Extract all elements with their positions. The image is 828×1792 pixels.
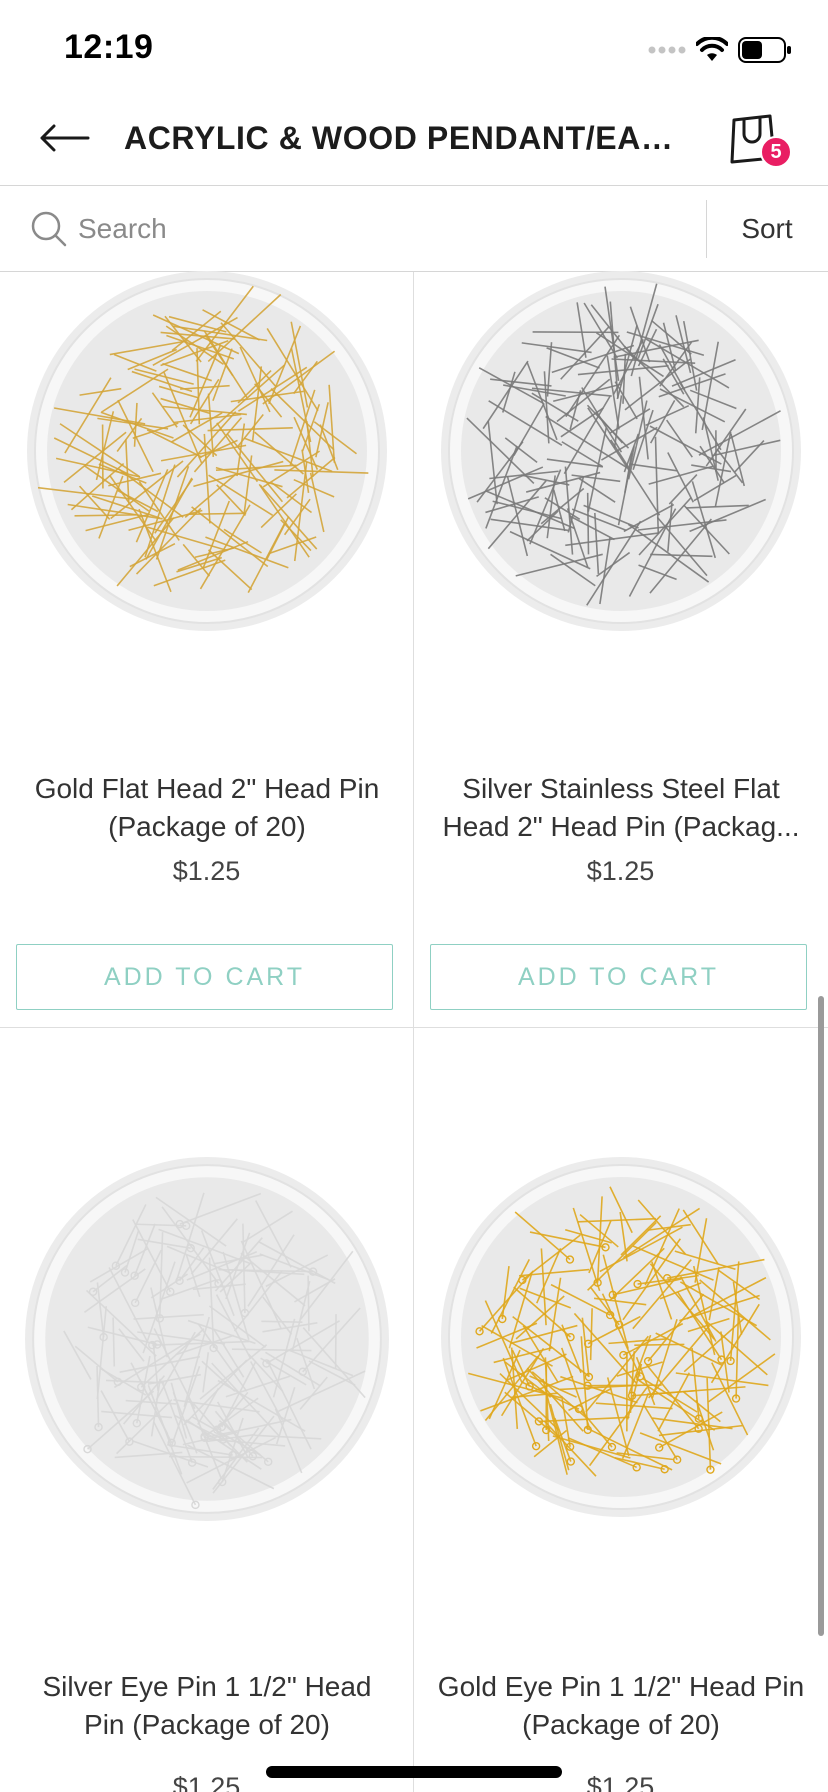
sort-button[interactable]: Sort: [706, 186, 828, 272]
product-image-gold-eye-pins[interactable]: [438, 1154, 804, 1520]
wifi-icon: [696, 37, 728, 61]
status-icons: [648, 34, 792, 66]
status-bar: 12:19: [0, 0, 828, 96]
product-name[interactable]: Gold Flat Head 2" Head Pin (Package of 2…: [14, 770, 400, 846]
cart-button[interactable]: 5: [728, 112, 792, 172]
product-image-gold-head-pins[interactable]: [24, 268, 390, 634]
search-input[interactable]: [78, 213, 638, 245]
navigation-bar: ACRYLIC & WOOD PENDANT/EARRI... 5: [0, 96, 828, 186]
battery-icon: [738, 37, 791, 63]
home-indicator[interactable]: [266, 1766, 562, 1778]
search-bar: Sort: [0, 186, 828, 272]
arrow-left-icon: [40, 124, 90, 152]
cellular-signal-icon: [648, 46, 686, 54]
status-time: 12:19: [64, 28, 154, 66]
scroll-indicator[interactable]: [818, 996, 824, 1636]
product-grid: Gold Flat Head 2" Head Pin (Package of 2…: [0, 271, 828, 1792]
product-card[interactable]: Gold Flat Head 2" Head Pin (Package of 2…: [0, 271, 413, 1027]
cart-count-badge: 5: [760, 136, 792, 168]
product-card[interactable]: Silver Stainless Steel Flat Head 2" Head…: [414, 271, 827, 1027]
add-to-cart-button[interactable]: ADD TO CART: [16, 944, 393, 1010]
add-to-cart-button[interactable]: ADD TO CART: [430, 944, 807, 1010]
search-field[interactable]: [30, 206, 690, 252]
product-name[interactable]: Silver Eye Pin 1 1/2" Head Pin (Package …: [14, 1668, 400, 1744]
product-card[interactable]: Gold Eye Pin 1 1/2" Head Pin (Package of…: [414, 1028, 827, 1792]
product-name[interactable]: Silver Stainless Steel Flat Head 2" Head…: [428, 770, 814, 846]
product-image-silver-eye-pins[interactable]: [22, 1154, 392, 1524]
search-icon: [31, 211, 67, 247]
product-image-silver-steel-head-pins[interactable]: [438, 268, 804, 634]
product-name[interactable]: Gold Eye Pin 1 1/2" Head Pin (Package of…: [428, 1668, 814, 1744]
product-price: $1.25: [172, 856, 241, 886]
product-card[interactable]: Silver Eye Pin 1 1/2" Head Pin (Package …: [0, 1028, 413, 1792]
back-button[interactable]: [36, 114, 92, 162]
product-price: $1.25: [586, 856, 655, 886]
page-title: ACRYLIC & WOOD PENDANT/EARRI...: [124, 120, 684, 156]
